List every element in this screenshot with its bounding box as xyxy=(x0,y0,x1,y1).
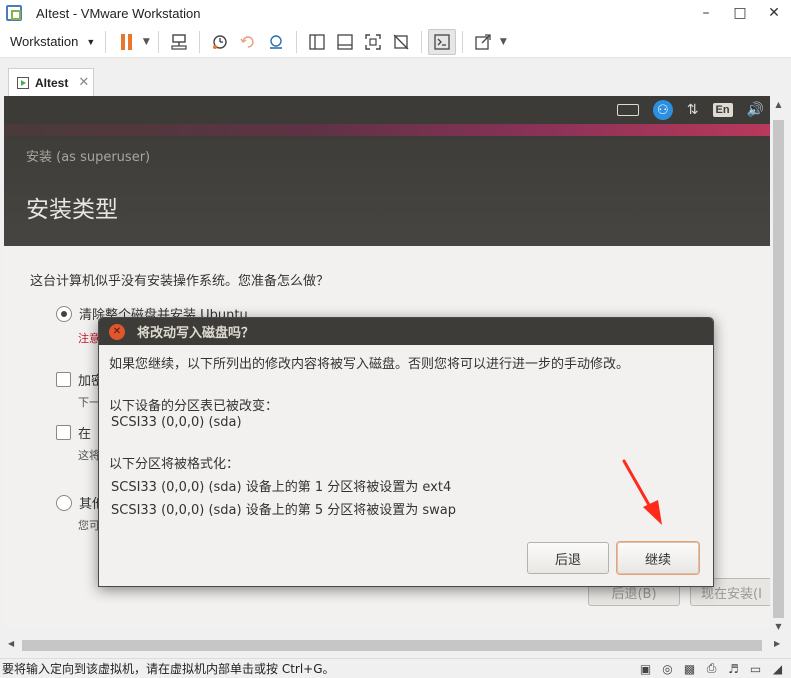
scroll-right-icon[interactable]: ▶ xyxy=(774,639,780,648)
toolbar-divider xyxy=(199,30,201,53)
network-adapter-icon[interactable]: ▩ xyxy=(682,661,697,676)
accessibility-icon[interactable]: ⚇ xyxy=(652,100,673,120)
header-accent-stripe xyxy=(4,124,770,136)
scroll-down-icon[interactable]: ▼ xyxy=(770,622,787,631)
snapshot-icon xyxy=(213,34,228,49)
horizontal-scrollbar[interactable]: ◀ ▶ xyxy=(4,637,787,654)
dialog-intro: 如果您继续，以下所列出的修改内容将被写入磁盘。否则您将可以进行进一步的手动修改。 xyxy=(109,357,630,372)
revert-icon xyxy=(240,35,254,48)
option-checkbox[interactable] xyxy=(56,425,71,440)
tab-aitest[interactable]: AItest ✕ xyxy=(8,68,94,96)
cd-rom-icon[interactable]: ◎ xyxy=(660,661,675,676)
snapshot-manager-button[interactable] xyxy=(262,29,290,55)
toolbar-divider xyxy=(421,30,423,53)
dialog-title: 将改动写入磁盘吗？ xyxy=(137,326,255,341)
keyboard-icon[interactable] xyxy=(616,104,639,116)
input-language-indicator[interactable]: En xyxy=(712,103,733,117)
console-view-button[interactable] xyxy=(428,28,457,55)
vmware-logo-icon xyxy=(6,5,22,21)
status-text: 要将输入定向到该虚拟机，请在虚拟机内部单击或按 Ctrl+G。 xyxy=(2,662,335,676)
toolbar-divider xyxy=(462,30,464,53)
pause-icon xyxy=(120,33,132,50)
format-heading: 以下分区将被格式化： xyxy=(109,457,240,472)
scroll-up-icon[interactable]: ▲ xyxy=(770,100,787,109)
stretch-guest-button[interactable] xyxy=(469,29,497,55)
page-title: 安装类型 xyxy=(26,197,118,223)
console-icon xyxy=(434,33,450,50)
network-computer-icon xyxy=(171,33,187,50)
option-label: 在 xyxy=(78,427,92,442)
minimize-button[interactable]: – xyxy=(689,0,723,26)
window-controls: – □ ✕ xyxy=(689,0,791,26)
main-toolbar: Workstation ▼ ▼ ▼ xyxy=(0,26,791,58)
format-item: SCSI33 (0,0,0) (sda) 设备上的第 5 分区将被设置为 swa… xyxy=(111,503,457,518)
scroll-left-icon[interactable]: ◀ xyxy=(8,639,14,648)
chevron-down-icon: ▼ xyxy=(86,36,96,47)
option-sub: 您可 xyxy=(78,519,100,532)
unity-icon xyxy=(393,34,409,49)
toolbar-divider xyxy=(296,30,298,53)
volume-icon[interactable]: 🔊 xyxy=(747,102,764,118)
ubuntu-top-panel: ⚇ ⇅ En 🔊 xyxy=(4,96,770,124)
send-ctrl-alt-del-button[interactable] xyxy=(165,29,193,55)
option-radio[interactable] xyxy=(56,305,72,322)
show-thumbnail-button[interactable] xyxy=(331,29,359,55)
fullscreen-icon xyxy=(365,33,382,50)
dialog-back-button[interactable]: 后退 xyxy=(527,542,609,574)
revert-snapshot-button[interactable] xyxy=(234,29,262,55)
full-screen-button[interactable] xyxy=(359,29,387,55)
workstation-menu-label: Workstation xyxy=(10,34,79,49)
install-question: 这台计算机似乎没有安装操作系统。您准备怎么做？ xyxy=(30,274,330,289)
option-sub: 下一 xyxy=(78,396,100,409)
sound-icon[interactable]: ♬ xyxy=(726,661,741,676)
partition-table-heading: 以下设备的分区表已被改变： xyxy=(109,399,279,414)
pause-button[interactable] xyxy=(112,29,140,55)
thumbnail-bar-icon xyxy=(337,33,353,50)
option-sub: 这将 xyxy=(78,449,100,462)
vm-running-icon xyxy=(17,76,29,89)
partition-table-device: SCSI33 (0,0,0) (sda) xyxy=(111,415,242,430)
vm-tab-strip: AItest ✕ xyxy=(0,58,791,96)
stretch-icon xyxy=(475,33,491,50)
option-checkbox[interactable] xyxy=(56,372,71,387)
window-titlebar: AItest - VMware Workstation – □ ✕ xyxy=(0,0,791,26)
device-status-icons: ▣ ◎ ▩ ⎙ ♬ ▭ ◢ xyxy=(638,661,785,676)
printer-icon[interactable]: ⎙ xyxy=(704,661,719,676)
format-item: SCSI33 (0,0,0) (sda) 设备上的第 1 分区将被设置为 ext… xyxy=(111,480,452,495)
display-icon[interactable]: ▭ xyxy=(748,661,763,676)
vertical-scroll-thumb[interactable] xyxy=(773,120,784,618)
toolbar-divider xyxy=(105,30,107,53)
write-changes-dialog: ✕ 将改动写入磁盘吗？ 如果您继续，以下所列出的修改内容将被写入磁盘。否则您将可… xyxy=(98,317,714,587)
vertical-scrollbar[interactable]: ▲ ▼ xyxy=(770,96,787,631)
horizontal-scroll-thumb[interactable] xyxy=(22,640,762,651)
installer-window-title: 安装 (as superuser) xyxy=(26,150,151,165)
maximize-button[interactable]: □ xyxy=(723,0,757,26)
sidebar-icon xyxy=(309,33,325,50)
power-menu-chevron-icon[interactable]: ▼ xyxy=(140,37,152,47)
tab-close-icon[interactable]: ✕ xyxy=(78,75,89,90)
tab-label: AItest xyxy=(35,75,69,90)
window-title: AItest - VMware Workstation xyxy=(36,5,201,21)
installer-header: 安装 (as superuser) 安装类型 xyxy=(4,136,770,246)
workstation-menu[interactable]: Workstation ▼ xyxy=(10,34,95,49)
snapshot-manager-icon xyxy=(270,34,283,49)
dialog-titlebar: ✕ 将改动写入磁盘吗？ xyxy=(99,318,713,345)
option-radio[interactable] xyxy=(56,494,72,511)
option-sub: 注意 xyxy=(78,332,100,345)
close-button[interactable]: ✕ xyxy=(757,0,791,26)
option-lvm[interactable]: 在 xyxy=(56,423,91,442)
take-snapshot-button[interactable] xyxy=(206,29,234,55)
hard-disk-icon[interactable]: ▣ xyxy=(638,661,653,676)
resize-grip-icon[interactable]: ◢ xyxy=(770,661,785,676)
network-icon[interactable]: ⇅ xyxy=(687,102,699,118)
dialog-close-icon[interactable]: ✕ xyxy=(109,323,125,340)
option-encrypt[interactable]: 加密 xyxy=(56,370,104,389)
stretch-menu-chevron-icon[interactable]: ▼ xyxy=(497,37,509,47)
toolbar-divider xyxy=(158,30,160,53)
dialog-continue-button[interactable]: 继续 xyxy=(617,542,699,574)
show-library-button[interactable] xyxy=(303,29,331,55)
unity-button[interactable] xyxy=(387,29,415,55)
status-bar: 要将输入定向到该虚拟机，请在虚拟机内部单击或按 Ctrl+G。 ▣ ◎ ▩ ⎙ … xyxy=(0,658,791,678)
